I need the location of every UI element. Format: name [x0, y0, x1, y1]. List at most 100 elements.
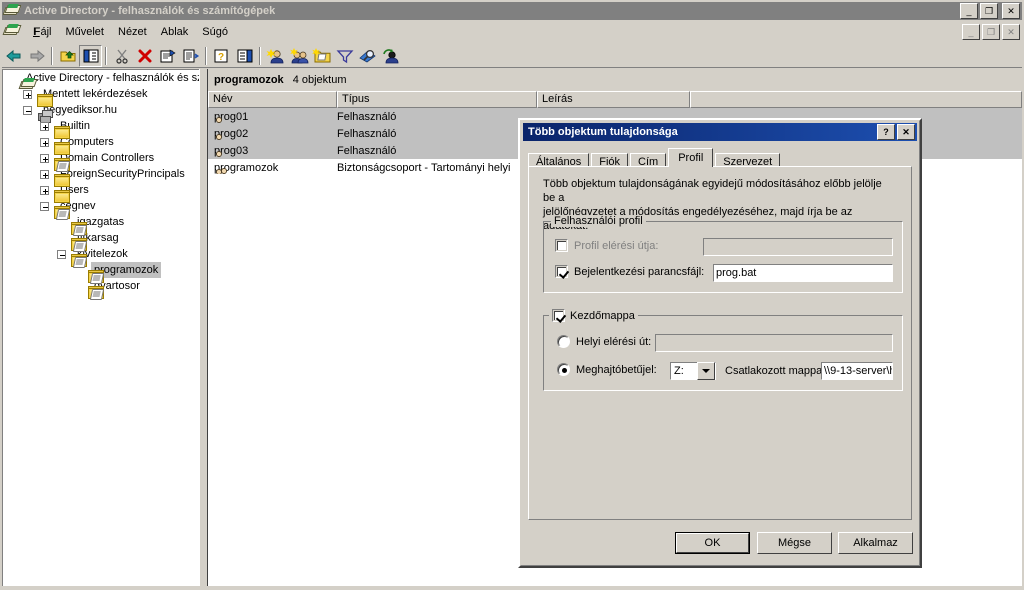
drive-letter-label: Meghajtóbetűjel:	[576, 363, 657, 376]
new-user-icon[interactable]	[264, 45, 287, 67]
menu-item-window[interactable]: Ablak	[154, 24, 196, 40]
pane-splitter[interactable]	[199, 69, 208, 586]
collapse-minus-icon[interactable]	[37, 198, 54, 214]
dialog-tab-strip: Általános Fiók Cím Profil Szervezet	[528, 148, 912, 169]
local-path-row: Helyi elérési út:	[557, 335, 651, 348]
cancel-button[interactable]: Mégse	[757, 532, 832, 554]
tree-item-programozok[interactable]: programozok	[3, 262, 199, 284]
main-title-bar: Active Directory - felhasználók és számí…	[2, 2, 1022, 20]
refresh-users-icon[interactable]	[379, 45, 402, 67]
new-ou-icon[interactable]	[310, 45, 333, 67]
mdi-close-button[interactable]: ✕	[1002, 24, 1020, 40]
tree-expander-none	[71, 278, 88, 294]
tree-item-label: Active Directory - felhasználók és szá	[26, 72, 199, 84]
expand-plus-icon[interactable]	[37, 118, 54, 134]
column-header-name[interactable]: Név	[208, 91, 337, 108]
dialog-title: Több objektum tulajdonsága	[528, 126, 678, 138]
forward-icon[interactable]	[25, 45, 48, 67]
logon-script-label: Bejelentkezési parancsfájl:	[574, 265, 705, 278]
multi-object-properties-dialog: Több objektum tulajdonsága ? ✕ Általános…	[518, 118, 922, 568]
tree-item-igazgatas[interactable]: igazgatas	[3, 214, 199, 236]
properties-icon[interactable]	[156, 45, 179, 67]
console-tree-pane[interactable]: Active Directory - felhasználók és szá Me…	[2, 69, 199, 586]
drive-letter-radio[interactable]	[557, 363, 570, 376]
mdi-minimize-button[interactable]: _	[962, 24, 980, 40]
column-header-description[interactable]: Leírás	[537, 91, 690, 108]
apply-button[interactable]: Alkalmaz	[838, 532, 913, 554]
cell-type: Biztonságcsoport - Tartományi helyi	[337, 161, 511, 174]
tree-item-domain-controllers[interactable]: Domain Controllers	[3, 150, 199, 172]
minimize-button[interactable]: _	[960, 3, 978, 19]
logon-script-input[interactable]: prog.bat	[713, 264, 893, 282]
profile-path-checkbox[interactable]	[555, 239, 568, 252]
cut-icon[interactable]	[110, 45, 133, 67]
collapse-minus-icon[interactable]	[54, 246, 71, 262]
menu-item-view[interactable]: Nézet	[111, 24, 154, 40]
profile-path-row: Profil elérési útja:	[555, 239, 658, 252]
export-list-icon[interactable]	[179, 45, 202, 67]
show-hide-tree-icon[interactable]	[79, 44, 102, 67]
mdi-restore-button[interactable]: ❐	[982, 24, 1000, 40]
tab-profil[interactable]: Profil	[668, 148, 714, 167]
toolbar-separator	[205, 46, 207, 65]
local-path-input[interactable]	[655, 334, 893, 352]
chevron-down-icon[interactable]	[697, 362, 715, 380]
tree-item-negyediksor-hu[interactable]: negyediksor.hu	[3, 102, 199, 123]
toolbar-separator	[51, 46, 53, 65]
new-group-icon[interactable]	[287, 45, 310, 67]
filter-icon[interactable]	[333, 45, 356, 67]
maximize-button[interactable]: ❐	[980, 3, 998, 19]
menu-bar: FFájl Művelet Nézet Ablak Súgó _ ❐ ✕	[2, 22, 1022, 42]
close-button[interactable]: ✕	[1002, 3, 1020, 19]
expand-plus-icon[interactable]	[37, 134, 54, 150]
column-header-type[interactable]: Típus	[337, 91, 537, 108]
dialog-tab-page: Több objektum tulajdonságának egyidejű m…	[528, 166, 912, 520]
tree-item-cegnev[interactable]: cegnev	[3, 198, 199, 220]
dialog-title-buttons: ? ✕	[877, 124, 915, 140]
connect-to-input[interactable]: \\9-13-server\ho	[821, 362, 893, 380]
tree-item-foreignsecurityprincipals[interactable]: ForeignSecurityPrincipals	[3, 166, 199, 187]
ok-button[interactable]: OK	[675, 532, 750, 554]
menu-item-help[interactable]: Súgó	[195, 24, 235, 40]
expand-plus-icon[interactable]	[37, 182, 54, 198]
results-title: programozok	[214, 73, 284, 86]
tree-item-active-directory-felhaszn-l-k-s-sz[interactable]: Active Directory - felhasználók és szá	[3, 70, 199, 89]
expand-plus-icon[interactable]	[37, 166, 54, 182]
expand-plus-icon[interactable]	[37, 150, 54, 166]
tree-item-computers[interactable]: Computers	[3, 134, 199, 155]
tree-item-users[interactable]: Users	[3, 182, 199, 203]
collapse-minus-icon[interactable]	[20, 102, 37, 118]
cell-type: Felhasználó	[337, 127, 397, 140]
dialog-close-button[interactable]: ✕	[897, 124, 915, 140]
toolbar-separator	[105, 46, 107, 65]
delete-icon[interactable]	[133, 45, 156, 67]
find-icon[interactable]	[356, 45, 379, 67]
dialog-help-button[interactable]: ?	[877, 124, 895, 140]
tree-expander-none	[54, 230, 71, 246]
window-title: Active Directory - felhasználók és számí…	[24, 5, 276, 17]
logon-script-checkbox[interactable]	[555, 265, 568, 278]
home-folder-checkbox[interactable]	[552, 309, 565, 322]
menu-item-file[interactable]: FFájl	[26, 24, 58, 40]
show-detail-pane-icon[interactable]	[233, 45, 256, 67]
drive-letter-combo[interactable]: Z:	[670, 362, 716, 380]
user-profile-group: Felhasználói profil Profil elérési útja:…	[543, 215, 903, 293]
tree-item-titkarsag[interactable]: titkarsag	[3, 230, 199, 252]
cell-name: prog02	[208, 128, 337, 140]
local-path-radio[interactable]	[557, 335, 570, 348]
expand-plus-icon[interactable]	[20, 86, 37, 102]
menu-item-action[interactable]: Művelet	[58, 24, 111, 40]
home-folder-group: Kezdőmappa Helyi elérési út: Meghajtóbet…	[543, 309, 903, 391]
application-window: Active Directory - felhasználók és számí…	[0, 0, 1024, 590]
tree-item-kivitelezok[interactable]: kivitelezok	[3, 246, 199, 268]
tree-item-builtin[interactable]: Builtin	[3, 118, 199, 139]
help-icon[interactable]: ?	[210, 45, 233, 67]
back-icon[interactable]	[2, 45, 25, 67]
up-one-level-icon[interactable]	[56, 45, 79, 67]
cell-type: Felhasználó	[337, 110, 397, 123]
profile-path-input[interactable]	[703, 238, 893, 256]
tree-item-mentett-lek-rdez-sek[interactable]: Mentett lekérdezések	[3, 86, 199, 107]
home-folder-group-header: Kezdőmappa	[549, 309, 638, 322]
